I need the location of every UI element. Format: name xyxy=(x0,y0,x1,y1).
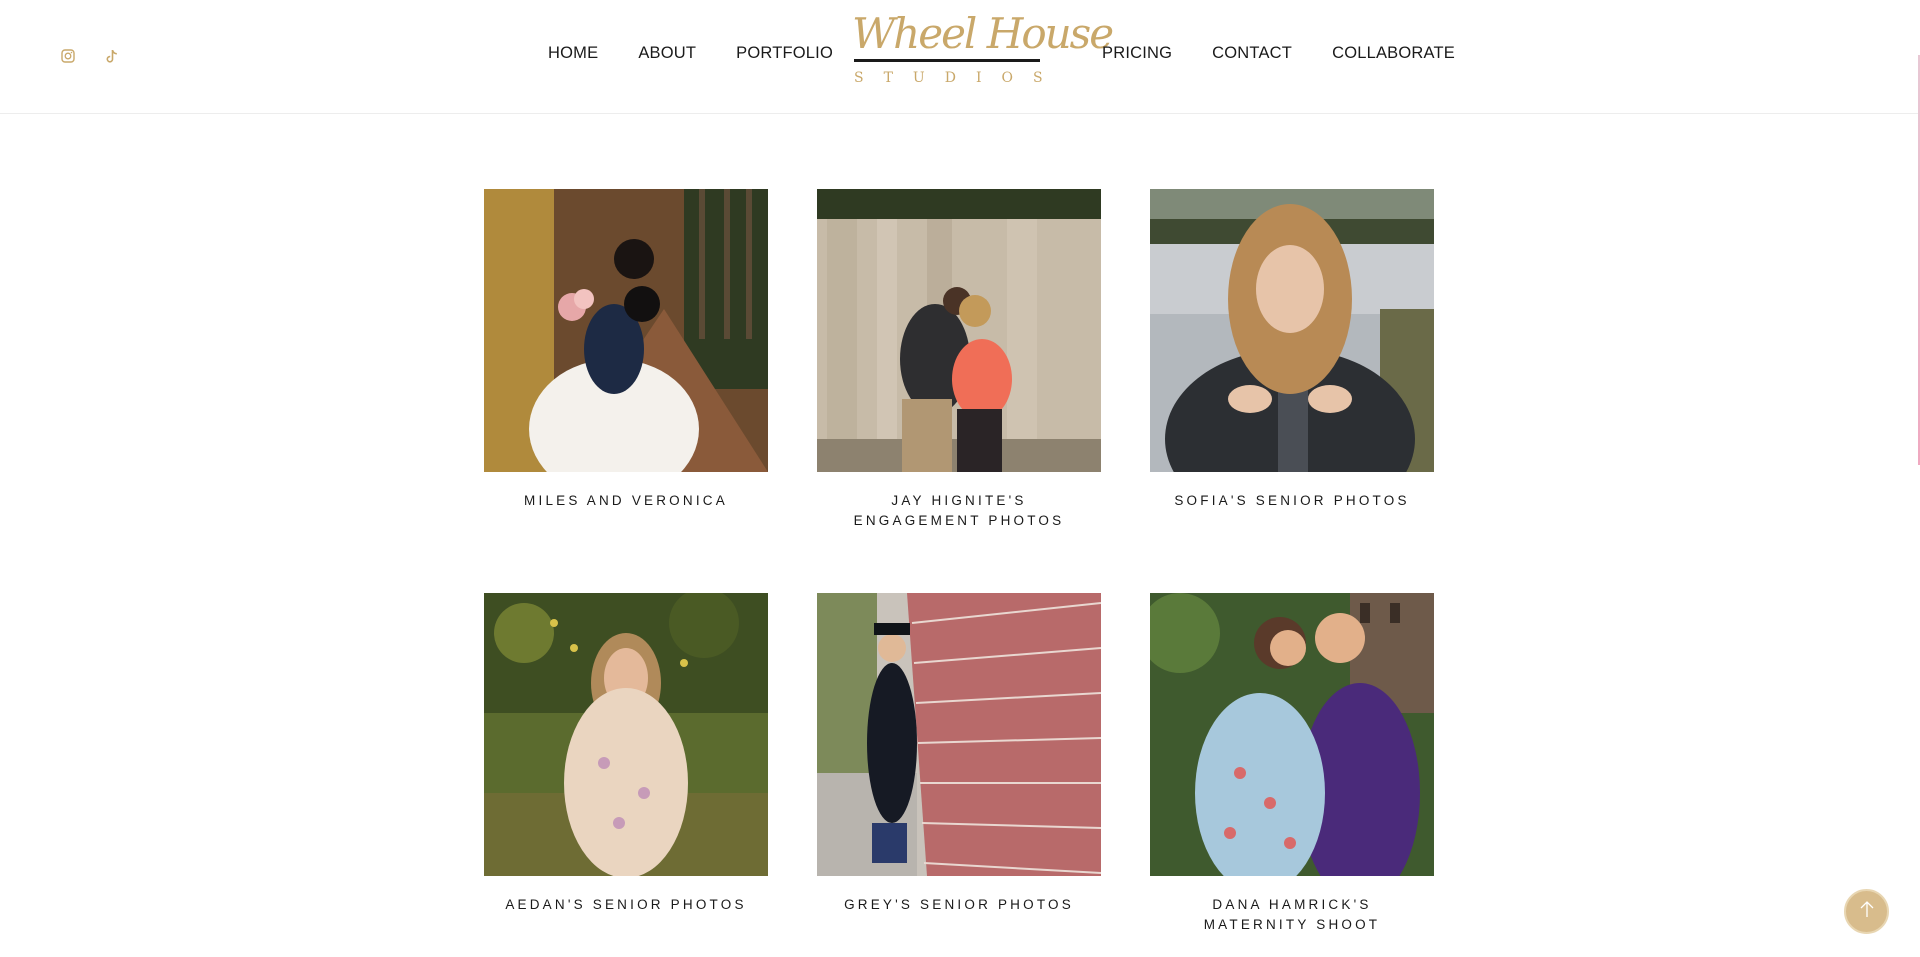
gallery-card[interactable]: JAY HIGNITE'S ENGAGEMENT PHOTOS xyxy=(817,189,1101,531)
gallery-card[interactable]: AEDAN'S SENIOR PHOTOS xyxy=(484,593,768,915)
gallery-title[interactable]: DANA HAMRICK'S MATERNITY SHOOT xyxy=(1150,895,1434,935)
nav-portfolio[interactable]: PORTFOLIO xyxy=(736,44,833,63)
gallery-photo[interactable] xyxy=(1150,593,1434,876)
back-to-top-button[interactable] xyxy=(1844,889,1889,934)
arrow-up-icon xyxy=(1859,900,1875,923)
logo-rule xyxy=(854,59,1040,62)
gallery-title[interactable]: MILES AND VERONICA xyxy=(484,491,768,511)
gallery-photo[interactable] xyxy=(1150,189,1434,472)
nav-collaborate[interactable]: COLLABORATE xyxy=(1332,44,1455,63)
primary-nav-left: HOME ABOUT PORTFOLIO xyxy=(548,44,833,63)
gallery-card[interactable]: DANA HAMRICK'S MATERNITY SHOOT xyxy=(1150,593,1434,935)
logo-subtitle: STUDIOS xyxy=(854,70,1063,86)
nav-home[interactable]: HOME xyxy=(548,44,598,63)
tiktok-icon[interactable] xyxy=(103,47,121,65)
gallery-title[interactable]: GREY'S SENIOR PHOTOS xyxy=(817,895,1101,915)
gallery-photo[interactable] xyxy=(484,593,768,876)
nav-contact[interactable]: CONTACT xyxy=(1212,44,1292,63)
gallery-title[interactable]: AEDAN'S SENIOR PHOTOS xyxy=(484,895,768,915)
social-links xyxy=(59,47,121,65)
gallery-photo[interactable] xyxy=(817,593,1101,876)
gallery-title[interactable]: JAY HIGNITE'S ENGAGEMENT PHOTOS xyxy=(817,491,1101,531)
instagram-icon[interactable] xyxy=(59,47,77,65)
nav-pricing[interactable]: PRICING xyxy=(1102,44,1172,63)
logo-script: Wheel House xyxy=(852,9,1114,58)
site-logo[interactable]: Wheel House STUDIOS xyxy=(850,10,1114,90)
gallery-title[interactable]: SOFIA'S SENIOR PHOTOS xyxy=(1150,491,1434,511)
site-header: HOME ABOUT PORTFOLIO Wheel House STUDIOS… xyxy=(0,0,1920,114)
gallery-photo[interactable] xyxy=(817,189,1101,472)
primary-nav-right: PRICING CONTACT COLLABORATE xyxy=(1102,44,1455,63)
gallery-card[interactable]: MILES AND VERONICA xyxy=(484,189,768,511)
nav-about[interactable]: ABOUT xyxy=(638,44,696,63)
gallery-card[interactable]: SOFIA'S SENIOR PHOTOS xyxy=(1150,189,1434,511)
gallery-card[interactable]: GREY'S SENIOR PHOTOS xyxy=(817,593,1101,915)
gallery-photo[interactable] xyxy=(484,189,768,472)
